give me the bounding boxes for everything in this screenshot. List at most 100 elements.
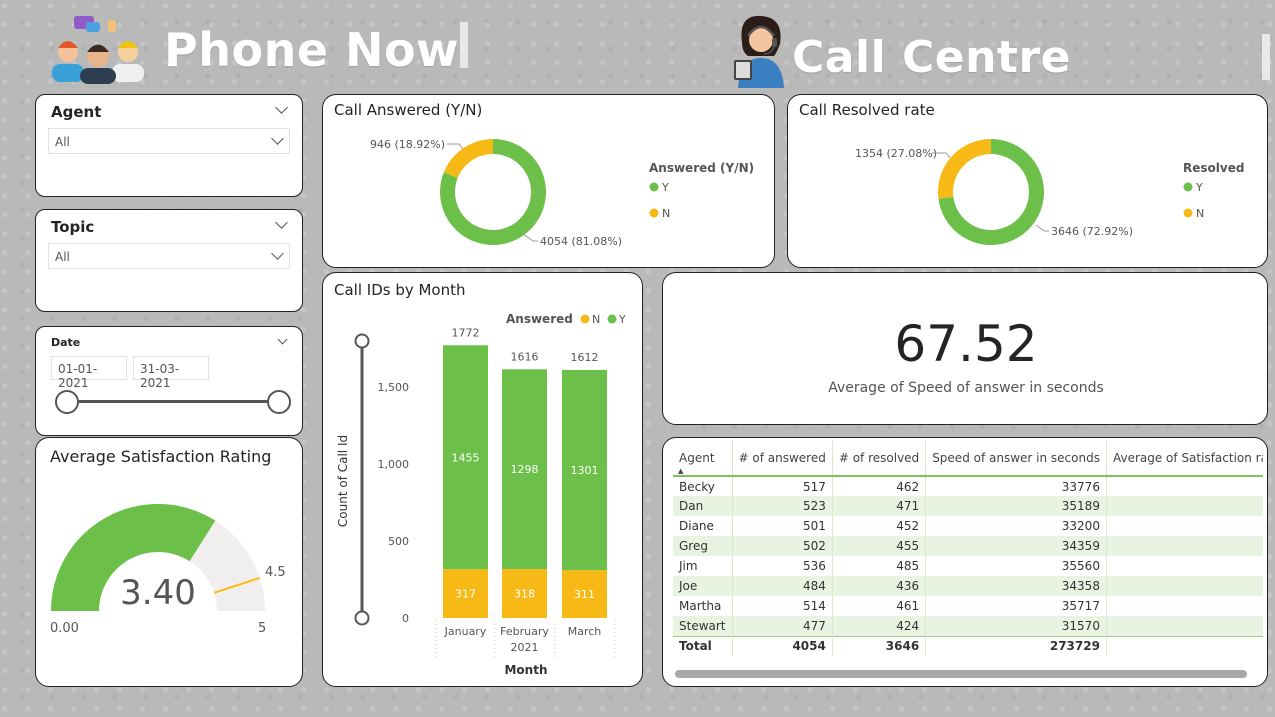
table-cell: 3.4	[1106, 596, 1263, 616]
topic-dropdown-value: All	[55, 250, 70, 264]
table-total-row[interactable]: Total405436462737293.4	[673, 635, 1263, 656]
bar-x-tick-label-line: January	[444, 625, 487, 638]
table-cell: 471	[832, 496, 927, 516]
bar-legend-y[interactable]: Y	[618, 313, 626, 326]
table-viewport: Agent ▲ # of answered # of resolved Spee…	[673, 440, 1263, 658]
date-range-start-handle[interactable]	[55, 390, 79, 414]
table-header-label: Agent	[679, 450, 715, 465]
date-slicer-title: Date	[51, 336, 81, 349]
bar-x-tick-label: February 2021	[500, 625, 549, 654]
table-cell: 33200	[925, 516, 1107, 536]
bar-data-label-n: 318	[514, 588, 535, 601]
table-row[interactable]: Greg502455343593.4	[673, 536, 1263, 556]
answered-n-data-label: 946 (18.92%)	[370, 138, 445, 151]
chevron-down-icon[interactable]	[275, 101, 288, 114]
date-range-track	[66, 400, 279, 403]
topic-dropdown[interactable]: All	[48, 243, 290, 269]
speed-of-answer-kpi-card: 67.52 Average of Speed of answer in seco…	[662, 272, 1268, 425]
table-cell: 3.3	[1106, 576, 1263, 596]
table-cell: Greg	[673, 536, 733, 556]
table-cell: 35560	[925, 556, 1107, 576]
horizontal-scrollbar[interactable]	[675, 670, 1247, 678]
table-cell: 34358	[925, 576, 1107, 596]
table-row[interactable]: Becky517462337763.3	[673, 476, 1263, 496]
bar-total-label: 1616	[511, 350, 539, 363]
table-cell: 436	[832, 576, 927, 596]
date-start-input[interactable]: 01-01-2021	[51, 356, 127, 390]
table-cell: Becky	[673, 476, 733, 496]
gauge-value-text: 3.40	[120, 573, 196, 613]
table-row[interactable]: Jim536485355603.3	[673, 556, 1263, 576]
donut-slice-answered-n[interactable]	[443, 139, 493, 178]
table-header-satisfaction[interactable]: Average of Satisfaction ratin	[1106, 440, 1263, 477]
table-cell: 3.3	[1106, 556, 1263, 576]
table-cell: 536	[732, 556, 833, 576]
table-cell: 3.4	[1106, 516, 1263, 536]
legend-y-marker	[607, 314, 617, 324]
gauge-max-label: 5	[258, 621, 266, 636]
gauge-min-label: 0.00	[50, 621, 79, 636]
table-cell: 3646	[832, 635, 927, 656]
table-header-agent[interactable]: Agent ▲	[673, 440, 733, 477]
chevron-down-icon[interactable]	[277, 334, 288, 345]
table-cell: 3.4	[1106, 635, 1263, 656]
bar-y-tick-label: 0	[402, 612, 409, 625]
agent-table-card: Agent ▲ # of answered # of resolved Spee…	[662, 437, 1268, 687]
table-cell: 485	[832, 556, 927, 576]
table-header-speed[interactable]: Speed of answer in seconds	[925, 440, 1107, 477]
donut-slice-resolved-n[interactable]	[938, 139, 991, 199]
bar-data-label-n: 317	[455, 588, 476, 601]
sort-ascending-icon: ▲	[678, 467, 684, 475]
bar-x-axis-label: Month	[504, 663, 547, 677]
answered-donut-card: Call Answered (Y/N) 946 (18.92%) 4054 (8…	[322, 94, 775, 268]
table-cell: 35717	[925, 596, 1107, 616]
legend-y-marker	[649, 182, 659, 192]
calls-by-month-chart: Answered N Y Count of Call Id Month 0 500…	[336, 312, 626, 677]
agent-dropdown-value: All	[55, 135, 70, 149]
resolved-donut-chart: 1354 (27.08%) 3646 (72.92%) Resolved Y N	[855, 139, 1244, 245]
answered-legend-n[interactable]: N	[662, 207, 670, 220]
legend-n-marker	[580, 314, 590, 324]
resolved-legend-title: Resolved	[1183, 161, 1244, 175]
kpi-value: 67.52	[894, 315, 1038, 373]
bar-x-tick-label-line: February	[500, 625, 549, 638]
bar-data-label-y: 1298	[511, 463, 539, 476]
table-row[interactable]: Martha514461357173.4	[673, 596, 1263, 616]
answered-legend-y[interactable]: Y	[661, 181, 669, 194]
table-header-answered[interactable]: # of answered	[732, 440, 833, 477]
answered-y-data-label: 4054 (81.08%)	[540, 235, 622, 248]
agent-dropdown[interactable]: All	[48, 128, 290, 154]
agent-with-headset-icon	[728, 12, 794, 88]
resolved-legend-y[interactable]: Y	[1195, 181, 1203, 194]
satisfaction-gauge: 3.40 0.00 5 4.5	[50, 504, 286, 636]
resolved-donut-card: Call Resolved rate 1354 (27.08%) 3646 (7…	[787, 94, 1268, 268]
bar-y-tick-label: 1,000	[378, 458, 410, 471]
zoom-slider-bottom-handle[interactable]	[354, 610, 370, 626]
table-cell: 523	[732, 496, 833, 516]
table-header-resolved[interactable]: # of resolved	[832, 440, 927, 477]
table-cell: Dan	[673, 496, 733, 516]
table-cell: 4054	[732, 635, 833, 656]
agent-slicer-title: Agent	[51, 103, 102, 121]
calls-by-month-card: Call IDs by Month Answered N Y Count of …	[322, 272, 643, 687]
bar-legend-n[interactable]: N	[592, 313, 600, 326]
chevron-down-icon	[271, 132, 284, 145]
table-cell: Diane	[673, 516, 733, 536]
table-row[interactable]: Joe484436343583.3	[673, 576, 1263, 596]
resolved-legend-n[interactable]: N	[1196, 207, 1204, 220]
zoom-slider-top-handle[interactable]	[354, 333, 370, 349]
title-divider-left	[460, 22, 468, 68]
table-cell: 3.4	[1106, 536, 1263, 556]
topic-slicer: Topic All	[35, 209, 303, 312]
chevron-down-icon[interactable]	[275, 216, 288, 229]
date-end-input[interactable]: 31-03-2021	[133, 356, 209, 390]
table-row[interactable]: Stewart477424315703.4	[673, 616, 1263, 636]
chevron-down-icon	[271, 247, 284, 260]
legend-n-marker	[649, 208, 659, 218]
table-row[interactable]: Dan523471351893.4	[673, 496, 1263, 516]
date-range-end-handle[interactable]	[267, 390, 291, 414]
table-row[interactable]: Diane501452332003.4	[673, 516, 1263, 536]
data-label-leader-line	[522, 233, 538, 242]
answered-legend-title: Answered (Y/N)	[649, 161, 754, 175]
title-divider-right	[1262, 34, 1270, 80]
